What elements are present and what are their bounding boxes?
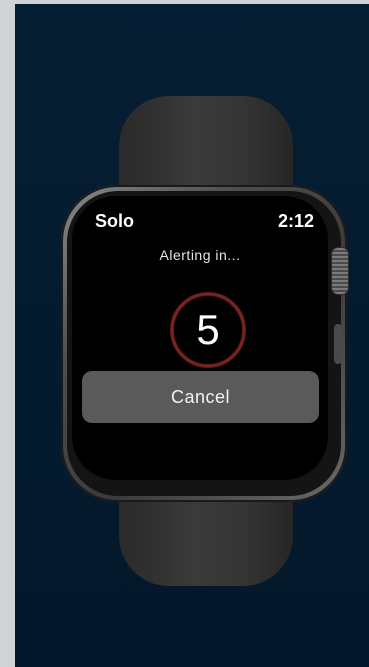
alert-status-text: Alerting in... (159, 247, 241, 263)
clock-time: 2:12 (277, 211, 314, 231)
digital-crown[interactable] (332, 248, 348, 294)
simulator-background: Solo 2:12 Alerting in... 5 Cancel (15, 4, 369, 667)
countdown-value: 5 (196, 306, 220, 353)
side-button[interactable] (334, 324, 342, 364)
cancel-button[interactable]: Cancel (82, 371, 319, 423)
simulator-frame: Solo 2:12 Alerting in... 5 Cancel (0, 0, 369, 667)
countdown-indicator: 5 (168, 290, 248, 370)
app-title: Solo (95, 211, 134, 231)
watch-screen: Solo 2:12 Alerting in... 5 Cancel (72, 196, 328, 480)
